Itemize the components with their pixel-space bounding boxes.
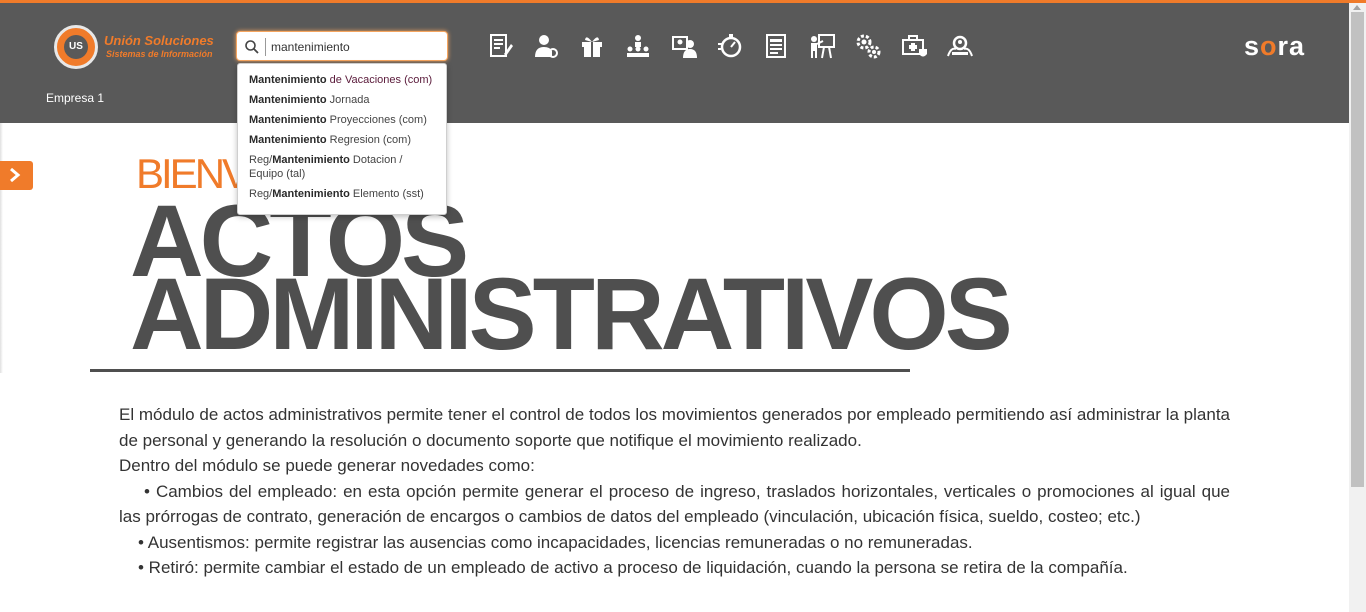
gears-icon[interactable]: [854, 32, 884, 60]
suggestion-prefix: Reg/: [249, 188, 273, 200]
description-intro: Dentro del módulo se puede generar noved…: [119, 456, 535, 475]
search-caret: [265, 38, 266, 56]
suggestion-rest: Elemento (sst): [349, 188, 424, 200]
training-icon[interactable]: [808, 32, 838, 60]
suggestion-item[interactable]: Mantenimiento Regresion (com): [238, 130, 446, 150]
gift-icon[interactable]: [578, 32, 608, 60]
suggestion-item[interactable]: Mantenimiento Jornada: [238, 90, 446, 110]
brand-part-1: s: [1244, 31, 1261, 61]
suggestion-rest: Regresion (com): [326, 134, 411, 146]
list-item: • Retiró: permite cambiar el estado de u…: [138, 558, 1128, 577]
side-panel-toggle[interactable]: [0, 161, 33, 190]
stopwatch-icon[interactable]: [716, 32, 746, 60]
suggestion-match: Mantenimiento: [249, 134, 327, 146]
suggestion-item[interactable]: Reg/Mantenimiento Elemento (sst): [238, 184, 446, 204]
sora-brand-logo[interactable]: sora: [1244, 31, 1305, 62]
search-input[interactable]: [271, 38, 441, 56]
logo-title: Unión Soluciones: [104, 33, 214, 48]
suggestion-rest: Proyecciones (com): [326, 114, 427, 126]
search-icon: [245, 40, 259, 54]
suggestion-rest: Jornada: [326, 94, 370, 106]
app-header: US Unión Soluciones Sistemas de Informac…: [0, 3, 1366, 123]
title-divider: [90, 369, 910, 372]
medical-case-icon[interactable]: [900, 32, 930, 60]
chevron-right-icon: [10, 168, 21, 182]
id-card-icon[interactable]: [670, 32, 700, 60]
search-suggestions: Mantenimiento de Vacaciones (com) Manten…: [237, 63, 447, 215]
module-title: ACTOS ADMINISTRATIVOS: [130, 190, 1090, 371]
suggestion-match: Mantenimiento: [272, 188, 350, 200]
brand-part-2: ra: [1277, 31, 1306, 61]
suggestion-rest: de Vacaciones (com): [326, 74, 433, 86]
brand-accent: o: [1260, 31, 1278, 61]
suggestion-match: Mantenimiento: [272, 154, 350, 166]
suggestion-prefix: Reg/: [249, 154, 273, 166]
group-search-icon[interactable]: [946, 32, 976, 60]
logo-badge: US: [64, 35, 88, 59]
suggestion-match: Mantenimiento: [249, 94, 327, 106]
scroll-up-icon[interactable]: [1353, 5, 1361, 10]
suggestion-match: Mantenimiento: [249, 74, 327, 86]
report-icon[interactable]: [762, 32, 792, 60]
logo-subtitle: Sistemas de Información: [106, 49, 213, 59]
suggestion-match: Mantenimiento: [249, 114, 327, 126]
suggestion-item[interactable]: Mantenimiento de Vacaciones (com): [238, 64, 446, 90]
module-search[interactable]: [236, 31, 448, 61]
module-title-line-2: ADMINISTRATIVOS: [130, 257, 1013, 371]
suggestion-item[interactable]: Reg/Mantenimiento Dotacion / Equipo (tal…: [238, 150, 446, 184]
description-paragraph: El módulo de actos administrativos permi…: [119, 405, 1230, 450]
org-chart-icon[interactable]: [624, 32, 654, 60]
scrollbar-thumb[interactable]: [1351, 12, 1364, 487]
suggestion-item[interactable]: Mantenimiento Proyecciones (com): [238, 110, 446, 130]
user-settings-icon[interactable]: [532, 32, 562, 60]
company-name[interactable]: Empresa 1: [46, 91, 104, 105]
list-item: • Ausentismos: permite registrar las aus…: [138, 532, 973, 552]
document-edit-icon[interactable]: [486, 32, 516, 60]
list-item: • Cambios del empleado: en esta opción p…: [119, 481, 1230, 527]
company-logo[interactable]: US Unión Soluciones Sistemas de Informac…: [54, 25, 224, 71]
module-description: El módulo de actos administrativos permi…: [119, 402, 1230, 581]
logo-emblem: US: [54, 25, 98, 69]
